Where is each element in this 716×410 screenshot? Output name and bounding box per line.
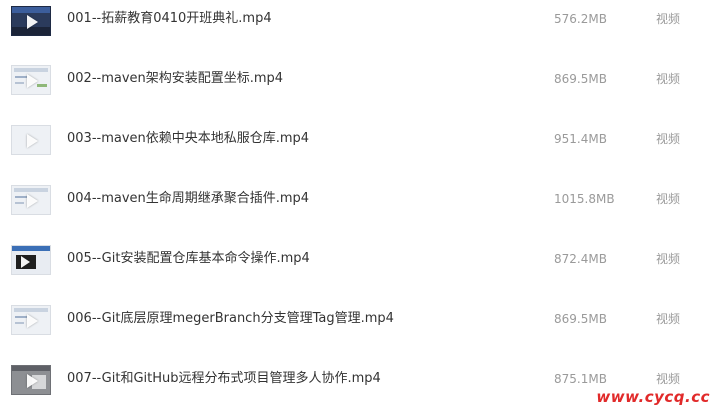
file-name[interactable]: 004--maven生命周期继承聚合插件.mp4	[67, 190, 309, 208]
file-list: 001--拓薪教育0410开班典礼.mp4 576.2MB 视频 002--ma…	[0, 0, 716, 410]
file-type: 视频	[656, 192, 681, 206]
file-name[interactable]: 006--Git底层原理megerBranch分支管理Tag管理.mp4	[67, 310, 394, 328]
video-thumbnail-icon[interactable]	[11, 6, 51, 36]
file-size: 875.1MB	[554, 372, 607, 386]
file-size: 1015.8MB	[554, 192, 615, 206]
file-type: 视频	[656, 132, 681, 146]
file-name[interactable]: 001--拓薪教育0410开班典礼.mp4	[67, 10, 272, 28]
file-size: 951.4MB	[554, 132, 607, 146]
video-thumbnail-icon[interactable]	[11, 125, 51, 155]
file-name[interactable]: 005--Git安装配置仓库基本命令操作.mp4	[67, 250, 310, 268]
file-size: 576.2MB	[554, 12, 607, 26]
video-thumbnail-icon[interactable]	[11, 365, 51, 395]
file-row[interactable]: 001--拓薪教育0410开班典礼.mp4 576.2MB 视频	[0, 0, 716, 60]
video-thumbnail-icon[interactable]	[11, 305, 51, 335]
watermark: www.cycq.cc	[596, 388, 710, 406]
file-name[interactable]: 002--maven架构安装配置坐标.mp4	[67, 70, 283, 88]
file-name[interactable]: 003--maven依赖中央本地私服仓库.mp4	[67, 130, 309, 148]
file-type: 视频	[656, 312, 681, 326]
file-type: 视频	[656, 372, 681, 386]
file-size: 869.5MB	[554, 72, 607, 86]
file-name[interactable]: 007--Git和GitHub远程分布式项目管理多人协作.mp4	[67, 370, 381, 388]
file-row[interactable]: 003--maven依赖中央本地私服仓库.mp4 951.4MB 视频	[0, 120, 716, 180]
video-thumbnail-icon[interactable]	[11, 185, 51, 215]
file-row[interactable]: 004--maven生命周期继承聚合插件.mp4 1015.8MB 视频	[0, 180, 716, 240]
file-row[interactable]: 006--Git底层原理megerBranch分支管理Tag管理.mp4 869…	[0, 300, 716, 360]
file-type: 视频	[656, 72, 681, 86]
video-thumbnail-icon[interactable]	[11, 65, 51, 95]
file-size: 869.5MB	[554, 312, 607, 326]
file-type: 视频	[656, 252, 681, 266]
file-row[interactable]: 002--maven架构安装配置坐标.mp4 869.5MB 视频	[0, 60, 716, 120]
file-type: 视频	[656, 12, 681, 26]
file-size: 872.4MB	[554, 252, 607, 266]
video-thumbnail-icon[interactable]	[11, 245, 51, 275]
file-row[interactable]: 005--Git安装配置仓库基本命令操作.mp4 872.4MB 视频	[0, 240, 716, 300]
